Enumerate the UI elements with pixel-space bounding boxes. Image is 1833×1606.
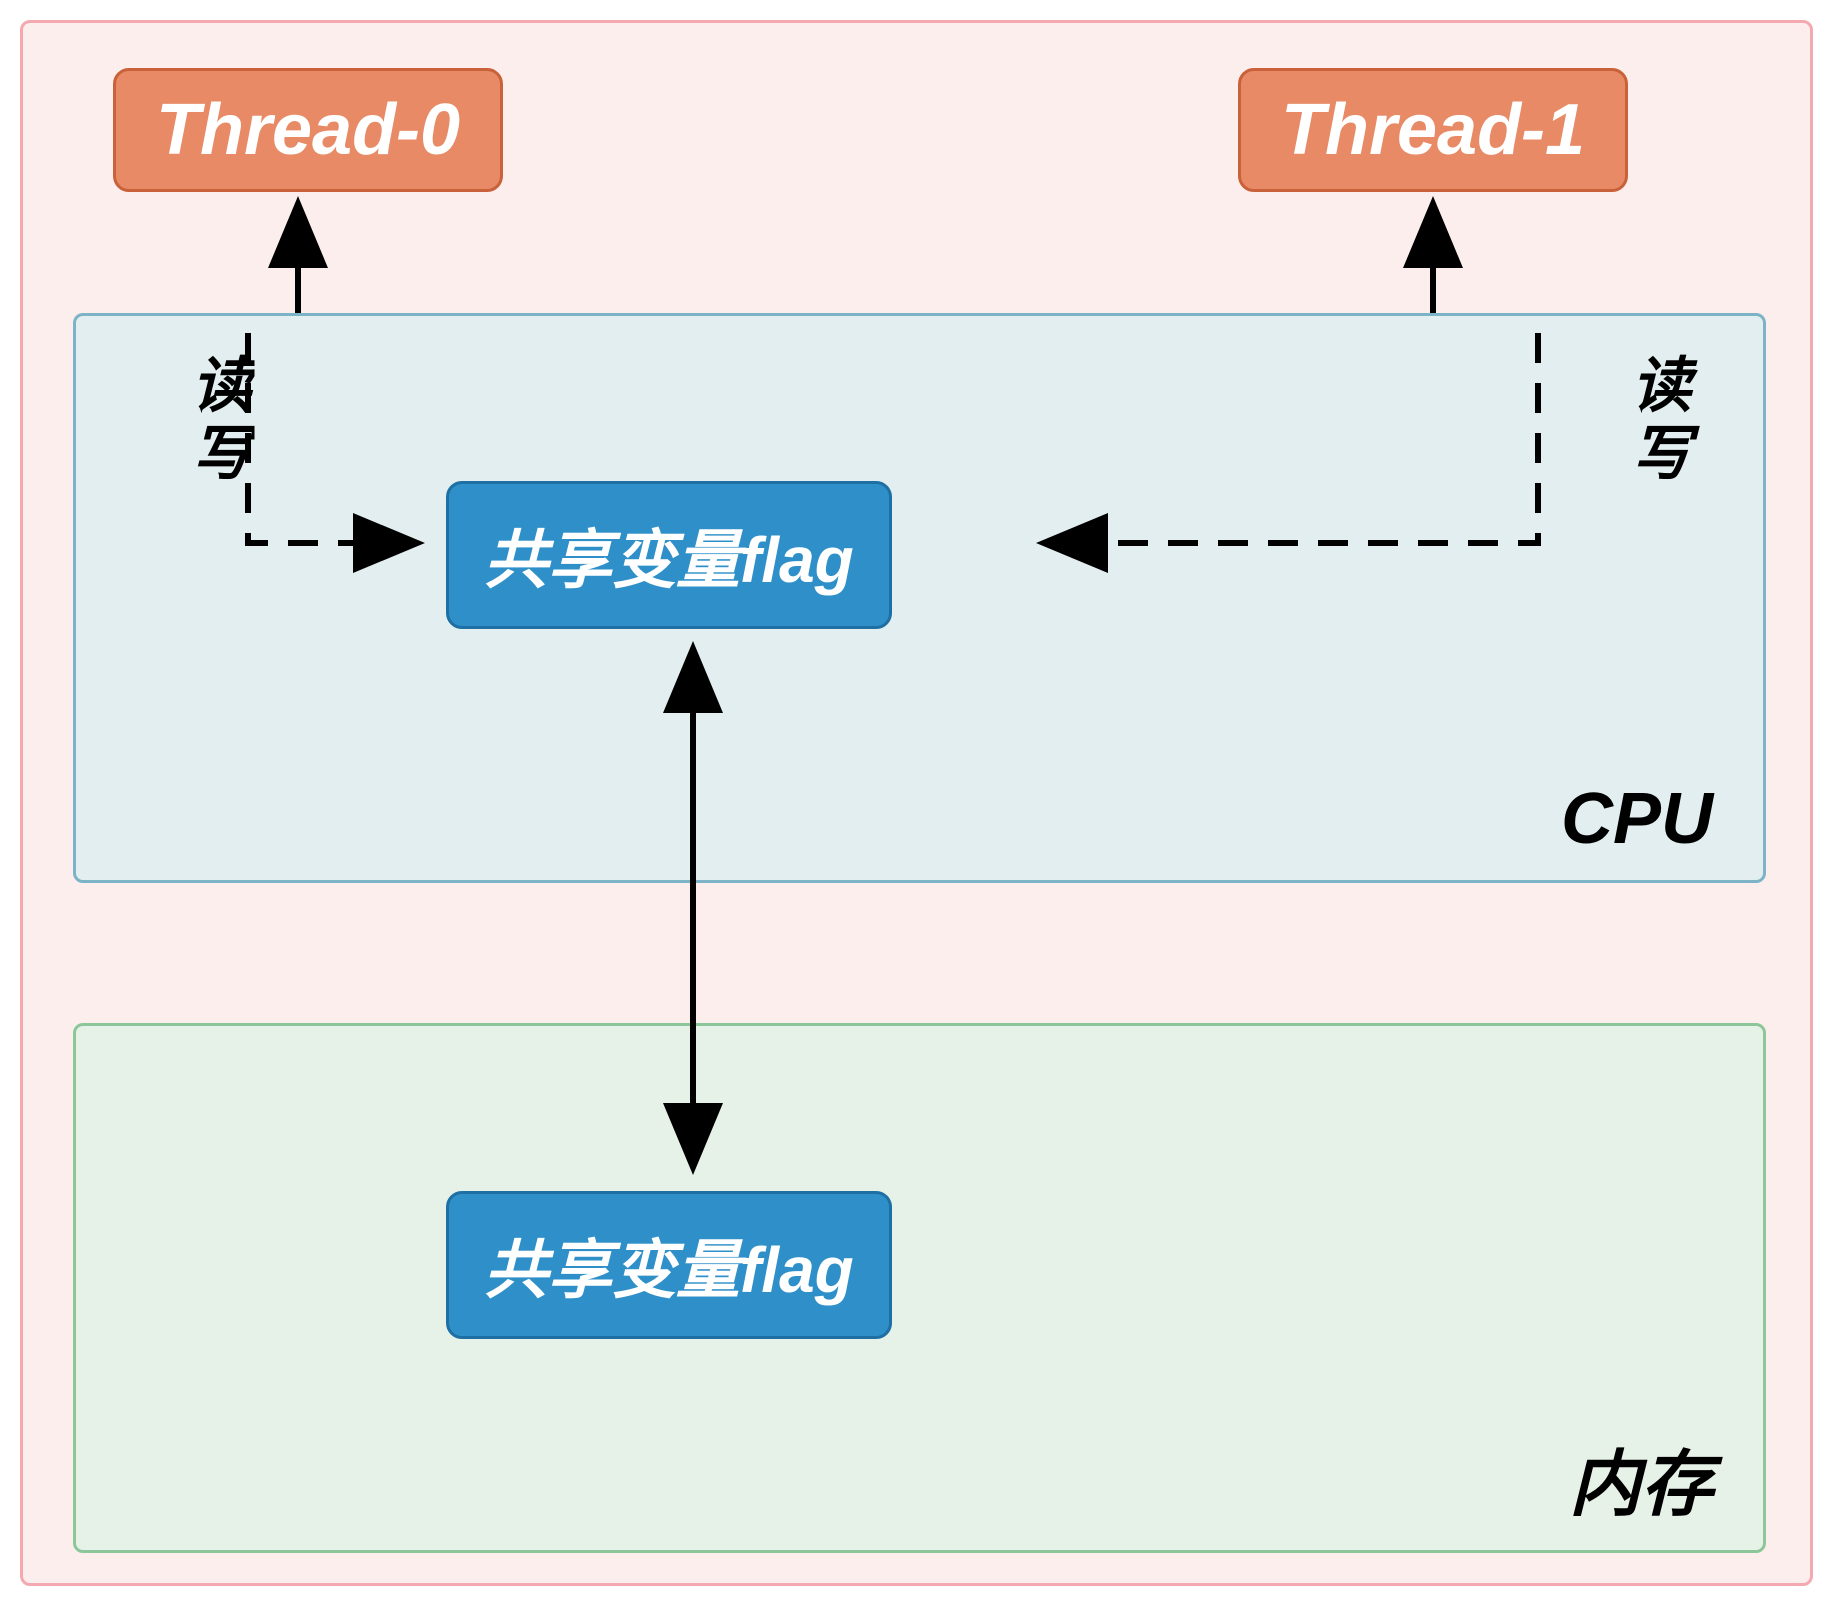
memory-label: 内存 xyxy=(1569,1425,1713,1530)
thread-0-label: Thread-0 xyxy=(156,90,460,170)
cpu-container: 共享变量flag CPU xyxy=(73,313,1766,883)
read-write-label-right: 读写 xyxy=(1613,353,1700,489)
thread-1-box: Thread-1 xyxy=(1238,68,1628,192)
thread-1-label: Thread-1 xyxy=(1281,90,1585,170)
memory-shared-flag-box: 共享变量flag xyxy=(446,1191,892,1339)
memory-container: 共享变量flag 内存 xyxy=(73,1023,1766,1553)
cpu-label: CPU xyxy=(1561,778,1713,860)
cpu-shared-flag-box: 共享变量flag xyxy=(446,481,892,629)
diagram-container: Thread-0 Thread-1 共享变量flag CPU 读写 读写 共享变… xyxy=(20,20,1813,1586)
cpu-shared-flag-label: 共享变量flag xyxy=(484,524,854,596)
memory-shared-flag-label: 共享变量flag xyxy=(484,1234,854,1306)
read-write-label-left: 读写 xyxy=(173,353,260,489)
thread-0-box: Thread-0 xyxy=(113,68,503,192)
